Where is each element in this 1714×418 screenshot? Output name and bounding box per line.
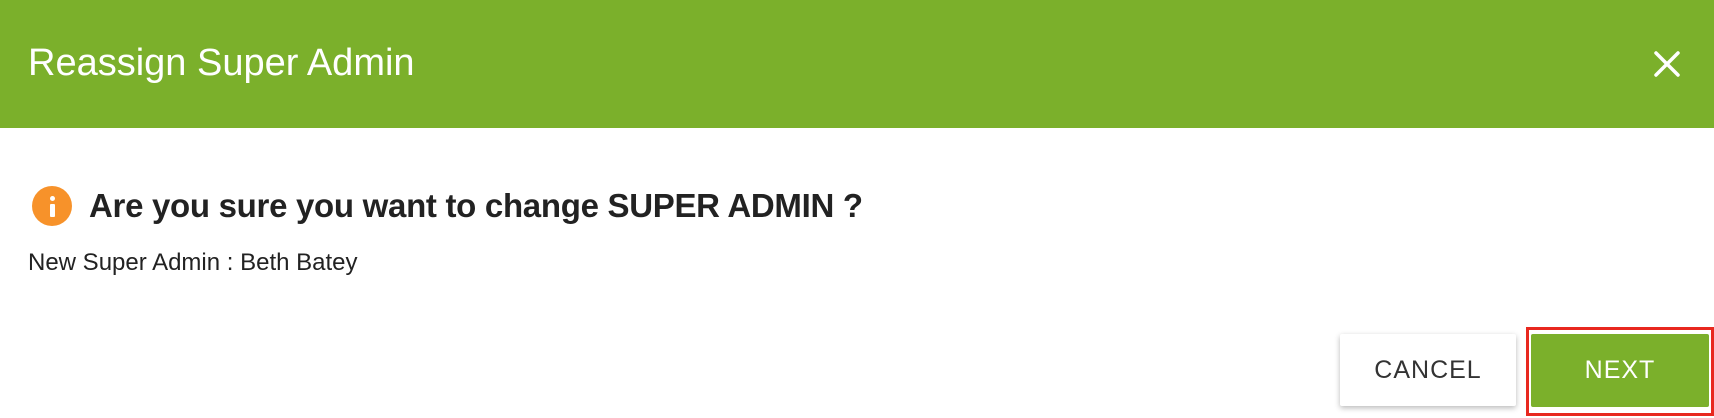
- next-button[interactable]: NEXT: [1531, 334, 1709, 407]
- close-button[interactable]: [1640, 37, 1694, 91]
- cancel-button[interactable]: CANCEL: [1340, 334, 1516, 406]
- confirmation-message: Are you sure you want to change SUPER AD…: [32, 185, 863, 227]
- dialog-title: Reassign Super Admin: [28, 42, 415, 84]
- info-icon: [32, 186, 72, 226]
- info-icon-bar: [50, 204, 55, 217]
- close-icon: [1654, 51, 1680, 77]
- dialog-header: Reassign Super Admin: [0, 0, 1714, 128]
- new-super-admin-detail: New Super Admin : Beth Batey: [28, 249, 358, 276]
- confirmation-question: Are you sure you want to change SUPER AD…: [89, 187, 863, 224]
- info-icon-dot: [50, 196, 55, 201]
- reassign-super-admin-dialog: Reassign Super Admin Are you sure you wa…: [0, 0, 1714, 418]
